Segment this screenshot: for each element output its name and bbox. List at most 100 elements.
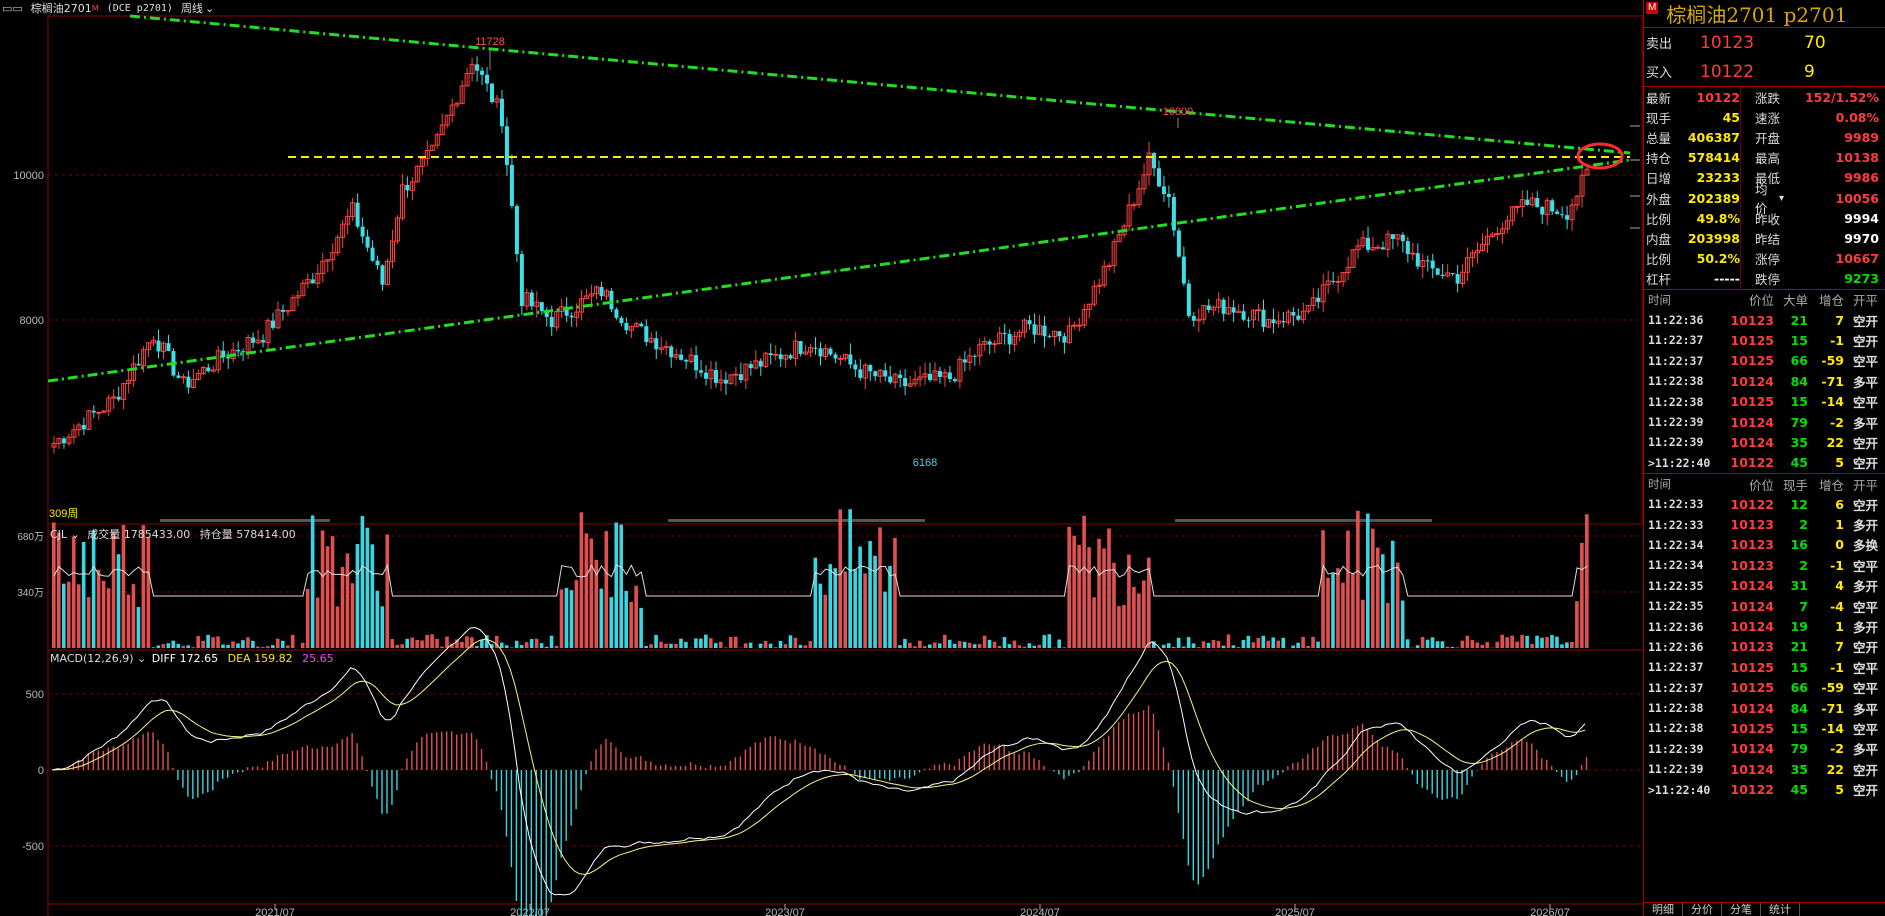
bid-price: 10122: [1700, 61, 1755, 82]
tick-row[interactable]: 11:22:33 10123 2 1 多开: [1644, 514, 1885, 534]
tick-row[interactable]: 11:22:38 10125 15 -14 空平: [1644, 391, 1885, 411]
oi-value: 578414.00: [236, 528, 296, 541]
macd-indicator-header[interactable]: MACD(12,26,9) ⌄ DIFF 172.65 DEA 159.82 2…: [50, 652, 334, 665]
volume-bar: [81, 541, 86, 648]
candle-body: [758, 360, 763, 367]
stat-label: 速涨: [1740, 107, 1784, 128]
tick-row[interactable]: 11:22:37 10125 66 -59 空平: [1644, 678, 1885, 698]
tick-cell: 11:22:37: [1648, 680, 1704, 695]
chart-area[interactable]: 10000 8000 2021/07 2022/07 2023/07 2024/07 202…: [0, 0, 1643, 916]
volume-bar: [1296, 642, 1300, 648]
tick-cell: 11:22:39: [1648, 435, 1704, 450]
period-selector[interactable]: 周线 ⌄: [181, 0, 214, 16]
tick-row[interactable]: 11:22:37 10125 15 -1 空平: [1644, 657, 1885, 677]
volume-bar: [141, 525, 146, 648]
tick-cell: 79: [1790, 741, 1808, 757]
order-book: 卖出 10123 70 买入 10122 9: [1644, 28, 1885, 87]
candle-body: [96, 411, 102, 414]
tick-row[interactable]: >11:22:40 10122 45 5 空开: [1644, 453, 1885, 473]
volume-bar: [942, 634, 947, 648]
volume-bar: [1196, 647, 1201, 648]
tick-row[interactable]: 11:22:39 10124 35 22 空开: [1644, 759, 1885, 779]
volume-bar: [1341, 582, 1345, 648]
volume-bar: [713, 643, 718, 648]
tick-cell: 多平: [1852, 742, 1878, 758]
tick-row[interactable]: 11:22:38 10124 84 -71 多平: [1644, 698, 1885, 718]
tick-row[interactable]: 11:22:36 10124 19 1 多开: [1644, 616, 1885, 636]
volume-indicator-header[interactable]: CJL ⌄ 成交量 1785433.00 持仓量 578414.00: [50, 526, 296, 542]
tick-row[interactable]: 11:22:38 10124 84 -71 多平: [1644, 371, 1885, 391]
tab-0[interactable]: 明细: [1644, 903, 1683, 916]
tick-cell: -14: [1821, 394, 1844, 410]
volume-bar: [1171, 647, 1176, 648]
tick-row[interactable]: 11:22:37 10125 66 -59 空平: [1644, 351, 1885, 371]
candle-body: [1191, 315, 1196, 321]
volume-bar: [136, 607, 141, 648]
volume-bar: [1117, 606, 1121, 648]
candle-body: [61, 438, 66, 444]
tick-row[interactable]: 11:22:35 10124 7 -4 空平: [1644, 596, 1885, 616]
tick-row[interactable]: 11:22:35 10124 31 4 多开: [1644, 576, 1885, 596]
stat-value: 45: [1722, 109, 1740, 125]
tick-cell: 10125: [1730, 353, 1775, 369]
volume-bar: [748, 642, 753, 648]
stat-value: 202389: [1687, 190, 1740, 206]
volume-bar: [1435, 641, 1440, 648]
tick-row[interactable]: 11:22:37 10125 15 -1 空开: [1644, 330, 1885, 350]
candle-body: [733, 373, 739, 376]
tick-details[interactable]: 时间 价位 现手 增仓 开平 11:22:33 10122 12 6 空开 11:22:33 1012…: [1644, 474, 1885, 800]
volume-bar: [121, 524, 126, 648]
volume-bar: [440, 646, 444, 648]
kline-chart[interactable]: 1000080002021/07 2022/07 2023/07 2024/07 202…: [0, 0, 1643, 916]
tick-cell: 1: [1835, 619, 1844, 635]
volume-bar: [609, 597, 614, 648]
volume-bar: [863, 573, 867, 648]
tick-row[interactable]: 11:22:36 10123 21 7 空开: [1644, 310, 1885, 330]
tick-row[interactable]: 11:22:39 10124 79 -2 多平: [1644, 739, 1885, 759]
volume-bar: [186, 645, 190, 648]
tick-cell: 10124: [1730, 761, 1775, 777]
candle-body: [748, 364, 753, 369]
volume-bar: [758, 643, 763, 648]
volume-bar: [1465, 635, 1470, 648]
volume-bar: [395, 644, 400, 648]
candle-body: [853, 364, 858, 370]
volume-bar: [1400, 600, 1405, 648]
volume-bar: [1082, 515, 1086, 648]
volume-bar: [176, 644, 181, 648]
bid-row[interactable]: 买入 10122 9: [1644, 57, 1885, 86]
candle-body: [360, 226, 365, 237]
volume-bar: [445, 636, 449, 648]
quote-title-text: 棕榈油2701 p2701: [1666, 3, 1848, 27]
tick-row[interactable]: 11:22:34 10123 2 -1 空平: [1644, 555, 1885, 575]
volume-bar: [181, 645, 186, 648]
volume-bar: [460, 642, 464, 648]
tick-row[interactable]: 11:22:39 10124 79 -2 多平: [1644, 412, 1885, 432]
big-order-ticks[interactable]: 时间 价位 大单 增仓 开平 11:22:36 10123 21 7 空开 11:22:37 1012…: [1644, 290, 1885, 474]
tick-row[interactable]: 11:22:38 10125 15 -14 空平: [1644, 718, 1885, 738]
tick-row[interactable]: 11:22:36 10123 21 7 空开: [1644, 637, 1885, 657]
tick-row[interactable]: 11:22:39 10124 35 22 空开: [1644, 432, 1885, 452]
ask-row[interactable]: 卖出 10123 70: [1644, 28, 1885, 57]
indicator-name: CJL: [50, 528, 68, 541]
volume-bar: [256, 646, 260, 648]
tick-row[interactable]: >11:22:40 10122 45 5 空开: [1644, 779, 1885, 799]
volume-bar: [1301, 636, 1305, 648]
stat-value: 9273: [1844, 271, 1879, 287]
volume-bar: [241, 640, 245, 648]
stat-value: -----: [1714, 271, 1740, 287]
tab-1[interactable]: 分价: [1683, 903, 1722, 916]
volume-bar: [305, 588, 310, 648]
stat-value: 10138: [1835, 150, 1880, 166]
tick-cell: 空开: [1852, 456, 1878, 472]
volume-bar: [1500, 634, 1505, 648]
tab-3[interactable]: 统计: [1761, 903, 1800, 916]
grid-menu-icon[interactable]: ▭▭: [2, 2, 23, 15]
oi-label: 持仓量: [199, 528, 233, 541]
candle-body: [609, 290, 614, 310]
tab-2[interactable]: 分笔: [1722, 903, 1761, 916]
tick-row[interactable]: 11:22:34 10123 16 0 多换: [1644, 535, 1885, 555]
tick-row[interactable]: 11:22:33 10122 12 6 空开: [1644, 494, 1885, 514]
candle-body: [1316, 297, 1321, 302]
volume-bar: [937, 643, 942, 648]
